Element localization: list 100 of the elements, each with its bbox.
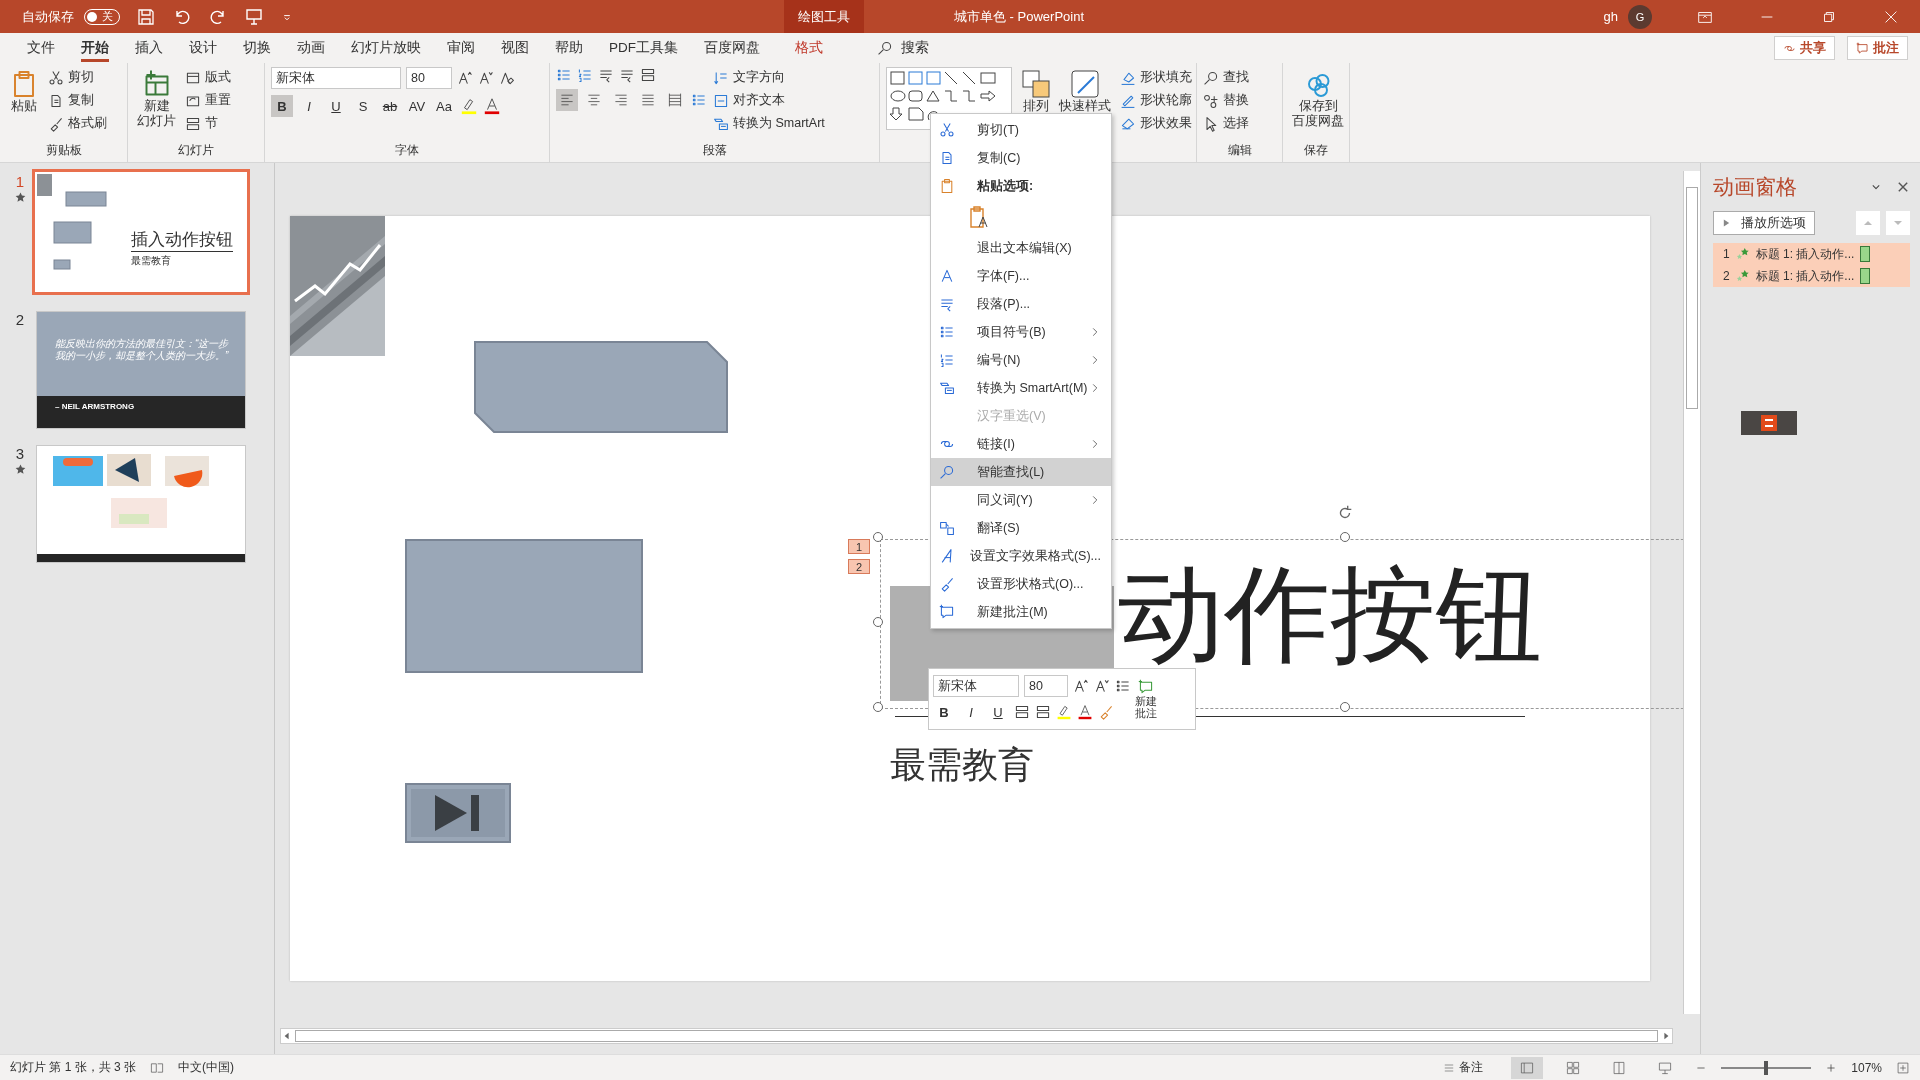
ribbon-tab[interactable]: 审阅 xyxy=(434,35,488,61)
view-button[interactable] xyxy=(1511,1056,1544,1079)
menu-item[interactable]: 编号(N) xyxy=(931,346,1111,374)
slide-thumbnail[interactable]: 插入动作按钮 最需教育 xyxy=(32,169,250,295)
menu-item[interactable]: 设置文字效果格式(S)... xyxy=(931,542,1111,570)
menu-item[interactable]: 复制(C) xyxy=(931,144,1111,172)
format-button[interactable]: AV xyxy=(406,95,428,117)
ribbon-button[interactable]: 对齐文本 xyxy=(713,90,829,111)
format-button[interactable]: Aa xyxy=(433,95,455,117)
ribbon-tab[interactable]: 动画 xyxy=(284,35,338,61)
save-to-cloud-button[interactable]: 保存到 百度网盘 xyxy=(1289,67,1347,131)
font-color-icon[interactable] xyxy=(483,97,501,115)
resize-handle[interactable] xyxy=(1340,702,1350,712)
menu-item[interactable]: 段落(P)... xyxy=(931,290,1111,318)
share-button[interactable]: 共享 xyxy=(1774,36,1835,60)
format-button[interactable]: S xyxy=(352,95,374,117)
arrange-button[interactable]: 排列 xyxy=(1018,67,1054,116)
ribbon-tab[interactable]: PDF工具集 xyxy=(596,35,691,61)
bullet-list-icon[interactable] xyxy=(1115,678,1131,694)
user-avatar[interactable]: G xyxy=(1628,4,1652,29)
format-button[interactable]: B xyxy=(271,95,293,117)
menu-item[interactable]: 同义词(Y) xyxy=(931,486,1111,514)
ribbon-tab[interactable]: 格式 xyxy=(773,35,845,61)
ribbon-button[interactable]: 文字方向 xyxy=(713,67,829,88)
ribbon-button[interactable]: 替换 xyxy=(1203,90,1253,111)
menu-item[interactable]: 转换为 SmartArt(M) xyxy=(931,374,1111,402)
animation-marker[interactable]: 2 xyxy=(848,559,870,574)
notes-button[interactable]: 备注 xyxy=(1443,1059,1484,1076)
font-size-field[interactable]: 80 xyxy=(406,67,452,89)
ribbon-tab[interactable]: 百度网盘 xyxy=(691,35,773,61)
menu-item[interactable]: 剪切(T) xyxy=(931,116,1111,144)
font-name-field[interactable]: 新宋体 xyxy=(933,675,1019,697)
menu-item[interactable]: 退出文本编辑(X) xyxy=(931,234,1111,262)
new-slide-button[interactable]: 新建 幻灯片 xyxy=(134,67,179,131)
search-box[interactable]: 搜索 xyxy=(901,39,929,57)
ribbon-button[interactable]: 形状填充 xyxy=(1120,67,1196,88)
horizontal-scrollbar[interactable] xyxy=(280,1028,1673,1044)
menu-item[interactable]: 链接(I) xyxy=(931,430,1111,458)
format-button[interactable]: I xyxy=(298,95,320,117)
menu-item[interactable]: 字体(F)... xyxy=(931,262,1111,290)
ribbon-tab[interactable]: 文件 xyxy=(14,35,68,61)
align-button[interactable] xyxy=(556,89,578,111)
ribbon-tab[interactable]: 切换 xyxy=(230,35,284,61)
menu-item[interactable]: 项目符号(B) xyxy=(931,318,1111,346)
ribbon-button[interactable]: 形状效果 xyxy=(1120,113,1196,134)
format-button[interactable]: I xyxy=(960,701,982,723)
vertical-scrollbar[interactable] xyxy=(1683,171,1700,1014)
play-selected-button[interactable]: 播放所选项 xyxy=(1713,211,1815,235)
input-method-toolbar[interactable] xyxy=(1741,411,1797,435)
resize-handle[interactable] xyxy=(873,532,883,542)
animation-item[interactable]: 1 标题 1: 插入动作... xyxy=(1713,243,1910,265)
ribbon-tab[interactable]: 视图 xyxy=(488,35,542,61)
zoom-level[interactable]: 107% xyxy=(1851,1060,1882,1075)
ribbon-button[interactable]: 重置 xyxy=(185,90,235,111)
resize-handle[interactable] xyxy=(873,617,883,627)
presenter-icon[interactable] xyxy=(244,6,264,27)
grow-font-icon[interactable] xyxy=(457,70,473,86)
save-icon[interactable] xyxy=(136,6,156,27)
zoom-slider-thumb[interactable] xyxy=(1764,1060,1769,1075)
increase-indent-icon[interactable] xyxy=(619,67,635,83)
ribbon-tab[interactable]: 幻灯片放映 xyxy=(338,35,434,61)
ribbon-tab[interactable]: 帮助 xyxy=(542,35,596,61)
menu-item[interactable]: 智能查找(L) xyxy=(931,458,1111,486)
ribbon-button[interactable]: 版式 xyxy=(185,67,235,88)
zoom-in-icon[interactable] xyxy=(1825,1061,1838,1074)
format-button[interactable]: B xyxy=(933,701,955,723)
paste-button[interactable]: 粘贴 xyxy=(6,67,42,116)
menu-item[interactable]: 翻译(S) xyxy=(931,514,1111,542)
paintbrush-icon[interactable] xyxy=(1098,704,1114,720)
keep-text-only-icon[interactable] xyxy=(969,205,989,229)
highlighter-icon[interactable] xyxy=(1056,704,1072,720)
slide-thumbnail[interactable] xyxy=(36,445,246,563)
book-icon[interactable] xyxy=(150,1060,165,1075)
ribbon-button[interactable]: 节 xyxy=(185,113,235,134)
scroll-right-icon[interactable] xyxy=(1662,1032,1670,1040)
animation-item[interactable]: 2 标题 1: 插入动作... xyxy=(1713,265,1910,287)
ribbon-button[interactable]: 格式刷 xyxy=(48,113,111,134)
language-label[interactable]: 中文(中国) xyxy=(178,1059,235,1076)
shrink-font-icon[interactable] xyxy=(1094,678,1110,694)
shrink-font-icon[interactable] xyxy=(478,70,494,86)
resize-handle[interactable] xyxy=(1340,532,1350,542)
grow-font-icon[interactable] xyxy=(1073,678,1089,694)
comments-button[interactable]: 批注 xyxy=(1847,36,1908,60)
font-color-icon[interactable] xyxy=(1077,704,1093,720)
ribbon-button[interactable]: 形状轮廓 xyxy=(1120,90,1196,111)
ribbon-tab[interactable]: 开始 xyxy=(68,35,122,61)
ribbon-button[interactable]: 剪切 xyxy=(48,67,111,88)
ribbon-tab[interactable]: 设计 xyxy=(176,35,230,61)
ribbon-button[interactable]: 转换为 SmartArt xyxy=(713,113,829,134)
next-action-button[interactable] xyxy=(405,783,511,843)
resize-handle[interactable] xyxy=(873,702,883,712)
fit-slide-icon[interactable] xyxy=(1896,1060,1910,1075)
font-size-field[interactable]: 80 xyxy=(1024,675,1068,697)
decrease-indent-icon[interactable] xyxy=(598,67,614,83)
quick-styles-button[interactable]: 快速样式 xyxy=(1056,67,1114,116)
menu-item[interactable]: 设置形状格式(O)... xyxy=(931,570,1111,598)
animation-marker[interactable]: 1 xyxy=(848,539,870,554)
format-button[interactable]: U xyxy=(325,95,347,117)
format-button[interactable]: ab xyxy=(379,95,401,117)
bullet-list-icon[interactable] xyxy=(556,67,572,83)
